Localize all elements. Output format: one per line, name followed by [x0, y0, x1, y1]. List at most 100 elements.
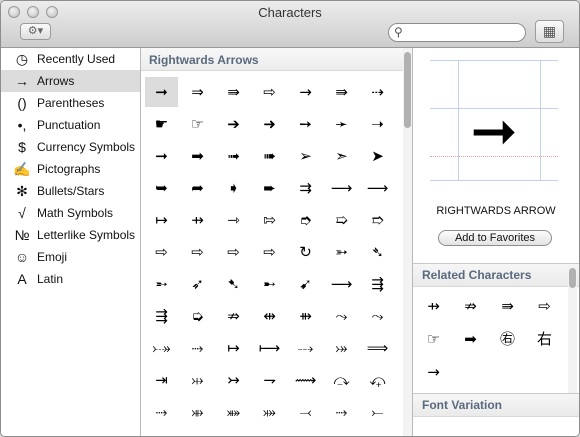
- related-character-cell[interactable]: ⇛: [489, 291, 526, 321]
- character-cell[interactable]: ➶: [181, 269, 214, 299]
- character-cell[interactable]: ⇶: [361, 269, 394, 299]
- grid-scrollbar[interactable]: [403, 48, 412, 436]
- character-cell[interactable]: ➜: [253, 109, 286, 139]
- character-cell[interactable]: ⇨: [253, 77, 286, 107]
- related-character-cell[interactable]: ➡: [452, 324, 489, 354]
- character-cell[interactable]: ⇛: [217, 77, 250, 107]
- character-cell[interactable]: ➠: [253, 141, 286, 171]
- character-cell[interactable]: ⤑: [181, 333, 214, 363]
- character-cell[interactable]: ➨: [253, 173, 286, 203]
- character-cell[interactable]: →: [289, 77, 322, 107]
- character-cell[interactable]: ⟹: [361, 333, 394, 363]
- character-cell[interactable]: ☞: [181, 109, 214, 139]
- character-cell[interactable]: ⇨: [217, 237, 250, 267]
- sidebar-item-pictographs[interactable]: ✍ Pictographs: [1, 158, 140, 180]
- character-cell[interactable]: ➴: [361, 237, 394, 267]
- character-cell[interactable]: ⇨: [253, 237, 286, 267]
- character-cell[interactable]: ⇛: [325, 77, 358, 107]
- sidebar-item-latin[interactable]: A Latin: [1, 268, 140, 290]
- character-cell[interactable]: ⤐: [145, 333, 178, 363]
- sidebar-item-currency-symbols[interactable]: $ Currency Symbols: [1, 136, 140, 158]
- character-cell[interactable]: ➹: [289, 269, 322, 299]
- character-cell[interactable]: ➞: [145, 141, 178, 171]
- character-cell[interactable]: ⟿: [289, 365, 322, 395]
- character-cell[interactable]: ⤑: [145, 397, 178, 427]
- character-cell[interactable]: ⇨: [181, 237, 214, 267]
- character-cell[interactable]: ⤔: [181, 365, 214, 395]
- character-cell[interactable]: ↣: [217, 365, 250, 395]
- character-cell[interactable]: ➮: [289, 205, 322, 235]
- character-cell[interactable]: ➢: [289, 141, 322, 171]
- character-cell[interactable]: ⇉: [289, 173, 322, 203]
- sidebar-item-bullets-stars[interactable]: ✻ Bullets/Stars: [1, 180, 140, 202]
- character-cell[interactable]: ⇰: [253, 205, 286, 235]
- search-field[interactable]: ⚲: [388, 23, 526, 42]
- character-cell[interactable]: ➔: [217, 109, 250, 139]
- character-cell[interactable]: ↻: [289, 237, 322, 267]
- character-cell[interactable]: ➞: [145, 77, 178, 107]
- character-cell[interactable]: ⤙: [289, 397, 322, 427]
- character-cell[interactable]: ⇹: [253, 301, 286, 331]
- character-cell[interactable]: ➧: [217, 173, 250, 203]
- related-character-cell[interactable]: ⇨: [526, 291, 563, 321]
- sidebar-item-letterlike-symbols[interactable]: № Letterlike Symbols: [1, 224, 140, 246]
- character-cell[interactable]: ⤼: [325, 365, 358, 395]
- character-cell[interactable]: ➱: [361, 205, 394, 235]
- character-cell[interactable]: ➝: [361, 109, 394, 139]
- character-cell[interactable]: ➦: [181, 173, 214, 203]
- character-cell[interactable]: ➟: [217, 141, 250, 171]
- character-cell[interactable]: ⇁: [253, 365, 286, 395]
- character-cell[interactable]: ⇶: [145, 301, 178, 331]
- related-character-cell[interactable]: ☞: [415, 324, 452, 354]
- character-cell[interactable]: ➥: [145, 173, 178, 203]
- character-cell[interactable]: ⤽: [361, 365, 394, 395]
- character-cell[interactable]: ⤳: [361, 301, 394, 331]
- character-cell[interactable]: ⤳: [325, 301, 358, 331]
- sidebar-item-math-symbols[interactable]: √ Math Symbols: [1, 202, 140, 224]
- related-character-cell[interactable]: ⇏: [452, 291, 489, 321]
- character-cell[interactable]: ⇾: [217, 205, 250, 235]
- character-cell[interactable]: ⇏: [217, 301, 250, 331]
- character-cell[interactable]: ⟶: [361, 173, 394, 203]
- character-cell[interactable]: ➵: [145, 269, 178, 299]
- character-cell[interactable]: ➤: [361, 141, 394, 171]
- character-cell[interactable]: ➣: [325, 141, 358, 171]
- action-menu-button[interactable]: ⚙▾: [20, 23, 51, 40]
- related-scrollbar[interactable]: [568, 265, 577, 393]
- character-cell[interactable]: ⤗: [253, 397, 286, 427]
- sidebar-item-parentheses[interactable]: () Parentheses: [1, 92, 140, 114]
- character-grid-button[interactable]: ▦: [535, 20, 564, 43]
- grid-scroll-thumb[interactable]: [404, 52, 411, 128]
- character-cell[interactable]: ⇸: [181, 205, 214, 235]
- character-cell[interactable]: ⤕: [181, 397, 214, 427]
- related-character-cell[interactable]: →: [415, 357, 452, 387]
- character-cell[interactable]: ➛: [325, 109, 358, 139]
- related-character-cell[interactable]: 右: [526, 324, 563, 354]
- character-cell[interactable]: ⇨: [145, 237, 178, 267]
- character-cell[interactable]: ➭: [181, 301, 214, 331]
- character-cell[interactable]: ⇻: [289, 301, 322, 331]
- character-cell[interactable]: ⇥: [145, 365, 178, 395]
- add-to-favorites-button[interactable]: Add to Favorites: [438, 230, 552, 246]
- character-cell[interactable]: ⟶: [325, 269, 358, 299]
- character-cell[interactable]: ⇢: [361, 77, 394, 107]
- character-cell[interactable]: ➡: [181, 141, 214, 171]
- character-cell[interactable]: ↦: [145, 205, 178, 235]
- character-cell[interactable]: ⤚: [361, 397, 394, 427]
- character-cell[interactable]: ⤏: [289, 333, 322, 363]
- related-character-cell[interactable]: ⇸: [415, 291, 452, 321]
- related-scroll-thumb[interactable]: [569, 268, 576, 288]
- character-cell[interactable]: ⇒: [181, 77, 214, 107]
- character-cell[interactable]: ⤑: [325, 397, 358, 427]
- character-cell[interactable]: ➸: [253, 269, 286, 299]
- character-cell[interactable]: ⟼: [253, 333, 286, 363]
- character-cell[interactable]: ⤘: [217, 397, 250, 427]
- sidebar-item-arrows[interactable]: → Arrows: [1, 70, 140, 92]
- character-cell[interactable]: ➳: [325, 237, 358, 267]
- sidebar-item-punctuation[interactable]: •, Punctuation: [1, 114, 140, 136]
- related-character-cell[interactable]: ㊨: [489, 324, 526, 354]
- character-cell[interactable]: ☛: [145, 109, 178, 139]
- sidebar-item-emoji[interactable]: ☺ Emoji: [1, 246, 140, 268]
- character-cell[interactable]: ➙: [289, 109, 322, 139]
- character-cell[interactable]: ↦: [217, 333, 250, 363]
